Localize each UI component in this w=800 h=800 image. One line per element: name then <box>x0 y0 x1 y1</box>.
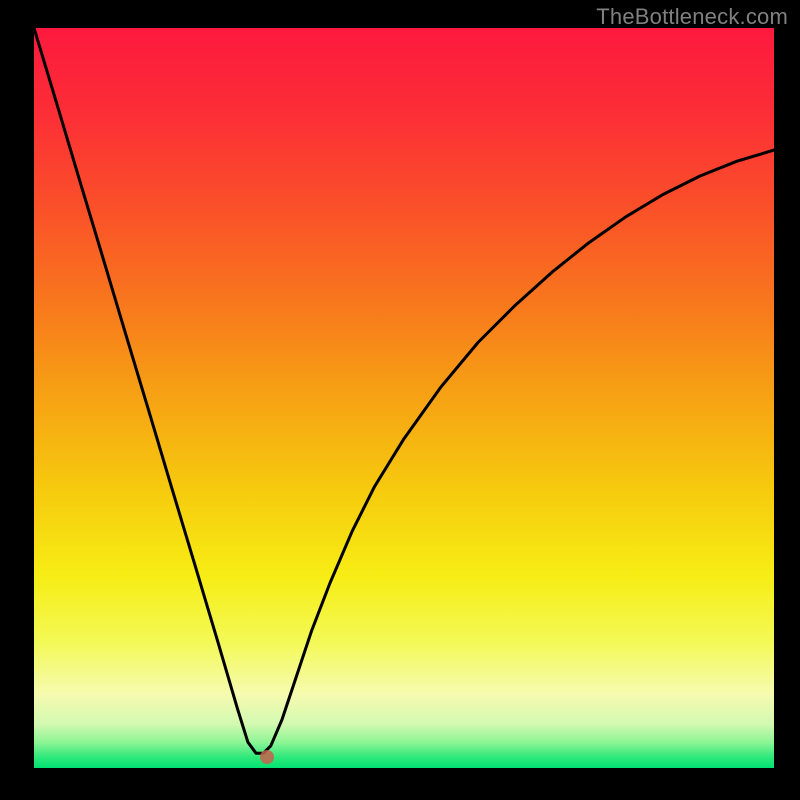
marker-dot <box>260 750 274 764</box>
background-gradient <box>34 28 774 768</box>
plot-area <box>34 28 774 768</box>
watermark-label: TheBottleneck.com <box>596 4 788 30</box>
chart-frame: TheBottleneck.com <box>0 0 800 800</box>
